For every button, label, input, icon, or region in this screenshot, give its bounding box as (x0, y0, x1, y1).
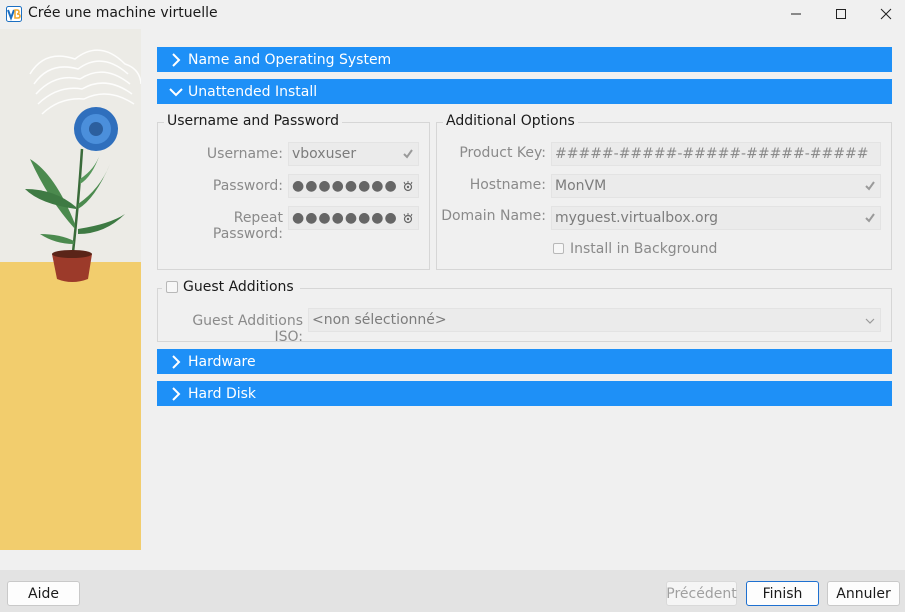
help-button[interactable]: Aide (7, 581, 80, 606)
username-value: vboxuser (292, 146, 357, 162)
additional-options-title: Additional Options (443, 113, 578, 129)
maximize-button[interactable] (816, 0, 866, 28)
hostname-label: Hostname: (469, 177, 546, 193)
section-hard-disk[interactable]: Hard Disk (157, 381, 892, 406)
password-field[interactable]: ●●●●●●●● (288, 174, 419, 198)
password-label: Password: (212, 178, 283, 194)
eye-icon[interactable] (402, 212, 414, 224)
guest-additions-checkbox[interactable] (166, 281, 178, 293)
username-label: Username: (206, 146, 283, 162)
wizard-footer: Aide Précédent Finish Annuler (0, 570, 905, 612)
minimize-icon (791, 13, 801, 15)
product-key-field[interactable]: #####-#####-#####-#####-##### (551, 142, 881, 166)
guest-additions-iso-label: Guest Additions ISO: (192, 313, 303, 345)
close-icon (880, 8, 892, 20)
chevron-down-icon (865, 318, 875, 324)
wizard-illustration (0, 29, 141, 550)
check-valid-icon (865, 181, 875, 191)
repeat-password-label: Repeat Password: (212, 210, 283, 242)
username-field[interactable]: vboxuser (288, 142, 419, 166)
product-key-label: Product Key: (459, 145, 546, 161)
eye-icon[interactable] (402, 180, 414, 192)
window-title: Crée une machine virtuelle (28, 5, 218, 21)
guest-additions-iso-value: <non sélectionné> (312, 312, 447, 328)
install-background-checkbox[interactable] (553, 243, 564, 254)
title-bar: Crée une machine virtuelle (0, 0, 905, 28)
cancel-button[interactable]: Annuler (827, 581, 900, 606)
hostname-value: MonVM (555, 178, 607, 194)
section-unattended-label: Unattended Install (188, 83, 318, 100)
section-name-os-label: Name and Operating System (188, 51, 392, 68)
check-valid-icon (865, 213, 875, 223)
maximize-icon (836, 9, 846, 19)
minimize-button[interactable] (771, 0, 821, 28)
repeat-password-value: ●●●●●●●● (292, 210, 398, 226)
username-password-title: Username and Password (164, 113, 342, 129)
password-value: ●●●●●●●● (292, 178, 398, 194)
product-key-placeholder: #####-#####-#####-#####-##### (555, 146, 869, 162)
check-valid-icon (403, 149, 413, 159)
chevron-right-icon (172, 52, 181, 67)
section-hardware[interactable]: Hardware (157, 349, 892, 374)
virtualbox-app-icon (6, 6, 22, 22)
domain-name-label: Domain Name: (441, 208, 546, 224)
guest-additions-label: Guest Additions (183, 279, 294, 295)
flower-pot (52, 250, 92, 282)
section-hardware-label: Hardware (188, 353, 256, 370)
chevron-right-icon (172, 354, 181, 369)
close-button[interactable] (861, 0, 905, 28)
repeat-password-field[interactable]: ●●●●●●●● (288, 206, 419, 230)
install-background-label: Install in Background (570, 241, 718, 257)
guest-additions-iso-select[interactable]: <non sélectionné> (308, 308, 881, 332)
domain-name-value: myguest.virtualbox.org (555, 210, 719, 226)
chevron-down-icon (169, 87, 183, 96)
finish-button[interactable]: Finish (746, 581, 819, 606)
hostname-field[interactable]: MonVM (551, 174, 881, 198)
section-name-os[interactable]: Name and Operating System (157, 47, 892, 72)
chevron-right-icon (172, 386, 181, 401)
section-hard-disk-label: Hard Disk (188, 385, 257, 402)
section-unattended-install[interactable]: Unattended Install (157, 79, 892, 104)
back-button[interactable]: Précédent (666, 581, 737, 606)
domain-name-field[interactable]: myguest.virtualbox.org (551, 206, 881, 230)
